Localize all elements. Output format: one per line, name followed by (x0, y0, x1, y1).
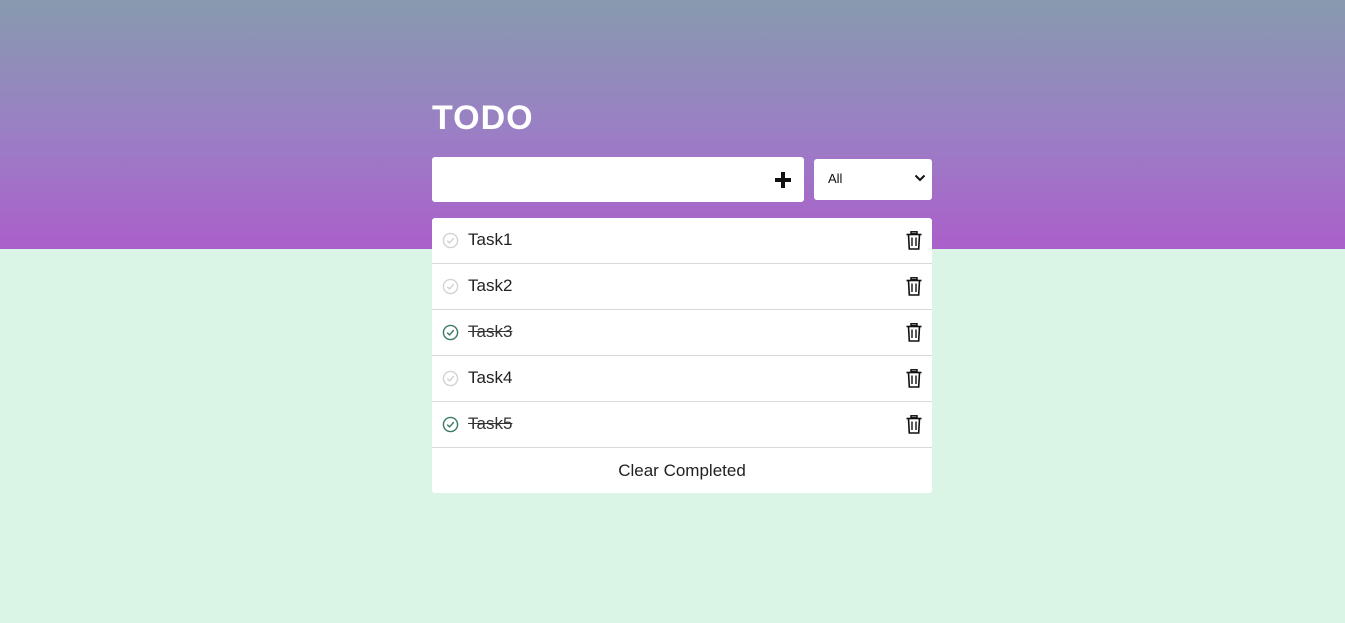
check-circle-icon[interactable] (442, 278, 459, 295)
trash-icon[interactable] (906, 369, 922, 388)
add-task-button[interactable] (768, 165, 798, 195)
check-circle-icon[interactable] (442, 370, 459, 387)
trash-icon[interactable] (906, 231, 922, 250)
task-item: Task5 (432, 402, 932, 448)
task-label: Task1 (468, 230, 513, 249)
task-list: Task1 Task2 Task3 Task4 Task5 Clear Comp… (432, 218, 932, 493)
trash-icon[interactable] (906, 323, 922, 342)
task-item: Task4 (432, 356, 932, 402)
chevron-down-icon (914, 174, 926, 182)
task-label: Task4 (468, 368, 513, 387)
plus-icon (775, 172, 791, 188)
trash-icon[interactable] (906, 415, 922, 434)
check-circle-icon[interactable] (442, 232, 459, 249)
task-item: Task2 (432, 264, 932, 310)
filter-selected-value: All (828, 171, 843, 186)
task-input-container (432, 157, 804, 202)
trash-icon[interactable] (906, 277, 922, 296)
task-label: Task2 (468, 276, 513, 295)
clear-completed-button[interactable]: Clear Completed (432, 448, 932, 493)
controls-row: All (432, 157, 932, 202)
check-circle-icon[interactable] (442, 416, 459, 433)
task-item: Task1 (432, 218, 932, 264)
page-title: TODO (432, 99, 534, 137)
task-input[interactable] (432, 157, 762, 202)
filter-select[interactable]: All (814, 159, 932, 200)
task-label: Task3 (468, 322, 513, 341)
task-item: Task3 (432, 310, 932, 356)
todo-app: TODO All Task1 Task2 Task3 Task4 Task5 C… (432, 96, 932, 493)
check-circle-icon[interactable] (442, 324, 459, 341)
task-label: Task5 (468, 414, 513, 433)
